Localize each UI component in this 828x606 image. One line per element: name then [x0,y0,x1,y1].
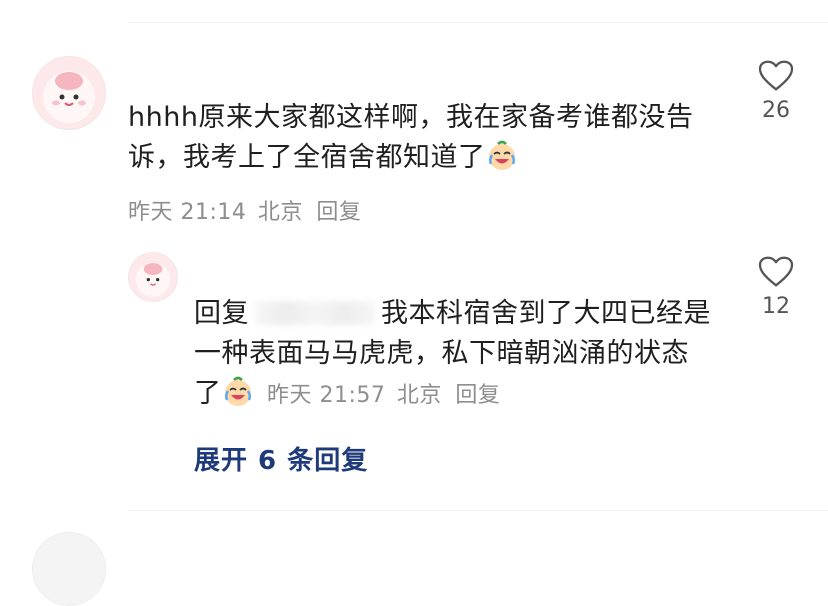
avatar-cartoon-icon [43,71,95,123]
reply-reply-button[interactable]: 回复 [455,383,500,408]
reply-text-line3: 了 昨天 21:57 北京 回复 [194,374,734,416]
reply-prefix: 回复 [194,298,249,329]
crying-laughing-emoji-icon [222,376,254,408]
reply-text-line1-rest: 我本科宿舍到了大四已经是 [381,298,711,329]
reply-location: 北京 [396,383,442,408]
reply-text-line2: 一种表面马马虎虎，私下暗朝汹涌的状态 [194,338,689,369]
heart-icon [758,256,794,287]
reply-like-count: 12 [762,294,790,319]
bottom-divider [128,510,828,511]
comment-time: 昨天 21:14 [128,200,247,225]
reply-body: 回复 我本科宿舍到了大四已经是 一种表面马马虎虎，私下暗朝汹涌的状态 了 昨天 2… [194,294,734,416]
comment-like-button[interactable]: 26 [752,60,800,123]
reply-meta: 昨天 21:57 北京 回复 [260,383,501,408]
comment-meta: 昨天 21:14 北京 回复 [128,194,361,226]
heart-icon [758,60,794,91]
avatar[interactable] [32,56,106,130]
comment-location: 北京 [257,200,303,225]
top-divider [128,22,828,23]
comment-text-line2: 诉，我考上了全宿舍都知道了 [128,138,728,178]
expand-replies-button[interactable]: 展开 6 条回复 [194,440,368,477]
comment-reply-button[interactable]: 回复 [316,200,361,225]
redacted-username [255,301,375,325]
comment-like-count: 26 [762,98,790,123]
reply-avatar[interactable] [128,252,178,302]
avatar-cartoon-icon [135,262,171,297]
reply-text-line3-start: 了 [194,378,222,409]
reply-like-button[interactable]: 12 [752,256,800,319]
next-comment-avatar[interactable] [32,532,106,606]
reply-time: 昨天 21:57 [267,383,386,408]
reply-text-line1: 回复 我本科宿舍到了大四已经是 [194,294,734,334]
comment-text-line2-text: 诉，我考上了全宿舍都知道了 [128,142,486,173]
comment-text-line1: hhhh原来大家都这样啊，我在家备考谁都没告 [128,102,694,133]
comment-body: hhhh原来大家都这样啊，我在家备考谁都没告 诉，我考上了全宿舍都知道了 [128,98,728,178]
crying-laughing-emoji-icon [486,140,518,172]
